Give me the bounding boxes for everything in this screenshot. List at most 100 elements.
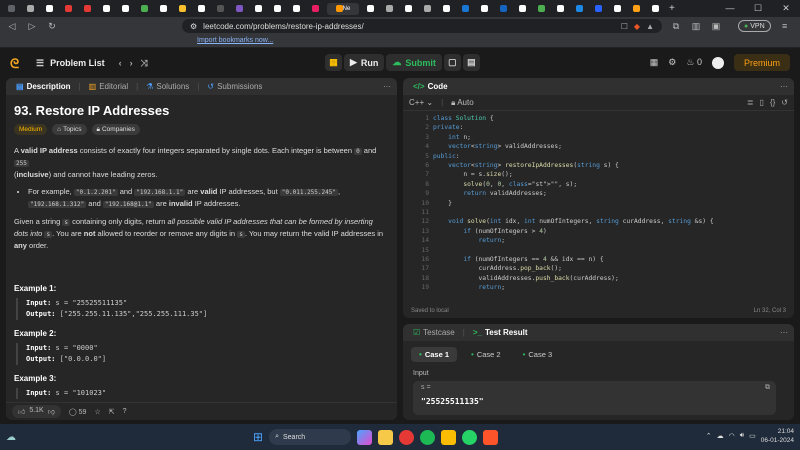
code-line[interactable]: return; [433,283,506,292]
browser-tab[interactable] [137,3,152,15]
brave-shield-icon[interactable]: ◆ [634,22,640,31]
spotify-icon[interactable] [420,429,436,445]
browser-tab[interactable] [194,3,209,15]
browser-tab[interactable] [232,3,247,15]
browser-tab[interactable]: Ne [327,2,359,15]
code-line[interactable]: private: [433,123,463,132]
browser-tab[interactable] [308,3,323,15]
code-line[interactable]: vector<string> validAddresses; [433,142,562,151]
browser-tab[interactable] [99,3,114,15]
drive-icon[interactable] [441,429,457,445]
language-select[interactable]: C++ ⌄ [409,98,433,107]
code-line[interactable]: class Solution { [433,114,494,123]
leetcode-logo-icon[interactable]: ᘓ [10,56,24,71]
format-icon[interactable]: ≣ [747,98,754,107]
browser-tab[interactable] [251,3,266,15]
browser-tab[interactable] [23,3,38,15]
code-line[interactable]: vector<string> restoreIpAddresses(string… [433,161,619,170]
prev-next-shuffle-icons[interactable]: ‹›⤨ [119,58,156,69]
code-line[interactable]: if (numOfIntegers > 4) [433,227,546,236]
windows-start-icon[interactable]: ⊞ [253,430,263,444]
brave-icon[interactable] [483,429,499,445]
tab-test-result[interactable]: >_ Test Result [469,328,532,337]
browser-tab[interactable] [363,3,378,15]
copy-icon[interactable]: ⧉ [765,384,770,392]
comments-button[interactable]: ◯ 59 [69,408,87,416]
companies-badge[interactable]: 🔒︎ Companies [91,124,140,135]
browser-tab[interactable] [213,3,228,15]
wifi-icon[interactable]: ◠ [729,432,735,440]
browser-tab[interactable] [458,3,473,15]
browser-tab[interactable] [610,3,625,15]
browser-tab[interactable] [629,3,644,15]
browser-tab[interactable] [496,3,511,15]
run-button[interactable]: ▶ Run [344,54,385,71]
case-3[interactable]: • Case 3 [515,347,561,362]
chrome-icon[interactable] [399,429,415,445]
volume-icon[interactable]: 🔊︎ [740,432,744,440]
layout-icon[interactable]: ▦ [650,57,659,68]
tab-code[interactable]: </> Code [409,82,452,91]
code-line[interactable]: solve(0, 0, class="st">"", s); [433,180,577,189]
browser-tab[interactable] [382,3,397,15]
back-icon[interactable]: ◁ [6,21,18,32]
browser-tab[interactable] [401,3,416,15]
maximize-icon[interactable]: ☐ [744,3,772,14]
avatar[interactable] [711,56,724,69]
problem-list-button[interactable]: ☰ Problem List ‹›⤨ [36,58,156,69]
battery-icon[interactable]: ▭ [749,432,756,440]
browser-tab[interactable] [270,3,285,15]
vpn-button[interactable]: ● VPN [738,20,771,32]
copilot-icon[interactable] [357,429,373,445]
address-bar[interactable]: ⚙ leetcode.com/problems/restore-ip-addre… [182,19,662,33]
tab-submissions[interactable]: ↺ Submissions [203,82,266,91]
debug-icon[interactable]: ▦ [325,54,342,71]
new-tab-icon[interactable]: + [669,3,675,14]
menu-icon[interactable]: ≡ [779,21,791,31]
code-line[interactable]: curAddress.pop_back(); [433,264,561,273]
taskbar-search[interactable]: ⌕ Search [269,429,352,445]
site-info-icon[interactable]: ⚙ [190,22,197,31]
browser-tab[interactable] [572,3,587,15]
browser-tab[interactable] [477,3,492,15]
notes-icon[interactable]: ▢ [443,54,461,71]
whatsapp-icon[interactable] [462,429,478,445]
browser-tab[interactable] [591,3,606,15]
code-line[interactable]: n = s.size(); [433,170,512,179]
bookmark-icon[interactable]: ☐ [621,22,628,31]
code-line[interactable]: public: [433,152,460,161]
close-icon[interactable]: ✕ [772,3,800,14]
star-icon[interactable]: ☆ [94,408,100,416]
minimize-icon[interactable]: — [716,3,744,14]
problem-title[interactable]: 93. Restore IP Addresses [14,104,389,117]
code-line[interactable]: return validAddresses; [433,189,546,198]
code-line[interactable]: if (numOfIntegers == 4 && idx == n) { [433,255,603,264]
code-line[interactable]: void solve(int idx, int numOfIntegers, s… [433,217,713,226]
rewards-icon[interactable]: ▲ [646,22,654,31]
case-2[interactable]: • Case 2 [463,347,509,362]
browser-tab[interactable] [61,3,76,15]
weather-icon[interactable]: ☁ [6,432,16,443]
streak-fire[interactable]: ♨ 0 [686,57,702,68]
tab-description[interactable]: ▤ Description [12,82,75,91]
tab-solutions[interactable]: ⚗ Solutions [142,82,193,91]
browser-tab[interactable] [553,3,568,15]
tab-testcase[interactable]: ☑ Testcase [409,328,459,337]
thumbs-down-icon[interactable]: 👎︎ [48,407,55,416]
browser-tab[interactable] [439,3,454,15]
topics-badge[interactable]: ⌂ Topics [52,124,87,135]
code-editor[interactable]: 1 class Solution {2 private: 3 int n; 4 vect… [403,114,794,302]
braces-icon[interactable]: {} [770,98,775,107]
sidebar-icon[interactable]: ▥ [690,21,702,32]
tab-editorial[interactable]: ▥ Editorial [85,82,132,91]
thumbs-up-icon[interactable]: 👍︎ [18,407,25,416]
like-dislike[interactable]: 👍︎ 5.1K 👎︎ [12,405,61,418]
share-icon[interactable]: ⇱ [109,408,115,416]
submit-button[interactable]: ☁ Submit [386,54,442,71]
extensions-icon[interactable]: ⧉ [670,21,682,32]
code-more-icon[interactable]: ··· [780,82,788,91]
browser-tab[interactable] [289,3,304,15]
code-line[interactable]: return; [433,236,506,245]
browser-tab[interactable] [4,3,19,15]
browser-tab[interactable] [156,3,171,15]
